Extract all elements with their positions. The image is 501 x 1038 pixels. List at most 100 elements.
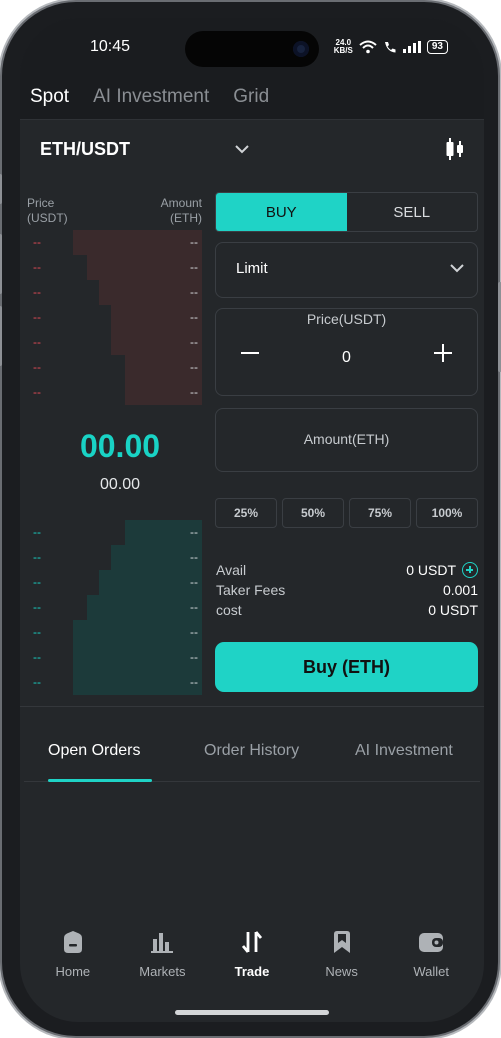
nav-home[interactable]: Home [33,916,113,996]
cost-value: 0 USDT [428,602,478,618]
bid-order-row[interactable]: -- -- [27,545,202,570]
tab-order-history[interactable]: Order History [204,742,299,760]
bid-order-row[interactable]: -- -- [27,620,202,645]
ask-depth-bar [72,230,202,255]
bid-amount: -- [190,675,198,689]
ask-price: -- [33,235,41,249]
home-icon [59,928,87,956]
order-type-select[interactable]: Limit [215,242,478,298]
price-field-label: Price(USDT) [306,311,387,327]
bid-price: -- [33,575,41,589]
ask-order-row[interactable]: -- -- [27,305,202,330]
last-price: 00.00 [79,428,161,464]
bid-price: -- [33,675,41,689]
battery-icon: 93 [426,40,448,54]
volume-up-button [0,234,2,294]
tab-ai-investment-orders[interactable]: AI Investment [355,742,453,760]
ask-amount: -- [190,235,198,249]
ask-depth-bar [86,255,202,280]
ask-order-row[interactable]: -- -- [27,280,202,305]
ask-depth-bar [111,305,202,330]
nav-news-label: News [325,964,358,979]
ask-order-row[interactable]: -- -- [27,255,202,280]
amount-input[interactable]: Amount(ETH) [215,408,478,472]
wallet-icon [417,928,445,956]
percent-75-button[interactable]: 75% [349,498,411,528]
deposit-plus-icon[interactable] [462,562,478,578]
bid-amount: -- [190,650,198,664]
phone-frame: 10:45 24.0 KB/S 93 Spot AI Investment Gr… [0,2,501,1036]
bar-chart-icon [148,928,176,956]
nav-markets[interactable]: Markets [122,916,202,996]
bid-amount: -- [190,625,198,639]
network-speed: 24.0 KB/S [334,39,353,55]
nav-markets-label: Markets [139,964,186,979]
chevron-down-icon [450,264,464,273]
bid-amount: -- [190,525,198,539]
active-tab-indicator [48,779,152,782]
avail-value: 0 USDT [406,562,456,578]
ask-order-row[interactable]: -- -- [27,380,202,405]
buy-tab[interactable]: BUY [216,193,347,231]
avail-value-wrap: 0 USDT [406,562,478,578]
network-speed-unit: KB/S [333,46,353,55]
percentage-buttons: 25% 50% 75% 100% [215,498,478,528]
tab-open-orders[interactable]: Open Orders [48,742,140,760]
order-type-value: Limit [236,260,268,277]
nav-wallet[interactable]: Wallet [391,916,471,996]
tab-grid[interactable]: Grid [233,86,269,108]
candlestick-chart-icon[interactable] [445,137,465,161]
tab-ai-investment[interactable]: AI Investment [93,86,209,108]
percent-50-button[interactable]: 50% [282,498,344,528]
ask-amount: -- [190,385,198,399]
bid-order-row[interactable]: -- -- [27,670,202,695]
nav-wallet-label: Wallet [413,964,449,979]
clock: 10:45 [90,38,131,55]
bid-amount: -- [190,550,198,564]
ask-price: -- [33,335,41,349]
bid-order-row[interactable]: -- -- [27,520,202,545]
trade-mode-tabs: Spot AI Investment Grid [20,74,484,120]
ask-depth-bar [111,330,202,355]
chevron-down-icon[interactable] [234,142,250,156]
percent-100-button[interactable]: 100% [416,498,478,528]
ask-amount: -- [190,285,198,299]
bid-order-row[interactable]: -- -- [27,645,202,670]
pair-selector[interactable]: ETH/USDT [40,139,130,160]
ask-order-row[interactable]: -- -- [27,230,202,255]
volume-down-button [0,306,2,366]
taker-fees-label: Taker Fees [216,582,286,598]
call-icon [384,42,396,53]
plus-icon[interactable] [433,343,453,363]
last-price-sub: 00.00 [99,476,141,493]
ask-order-row[interactable]: -- -- [27,330,202,355]
nav-trade[interactable]: Trade [212,916,292,996]
buy-sell-toggle: BUY SELL [215,192,478,232]
tab-spot[interactable]: Spot [30,86,69,108]
wifi-icon [359,40,377,54]
ask-price: -- [33,360,41,374]
amount-header-label: Amount [160,196,202,210]
price-header: Price (USDT) [27,196,68,226]
dynamic-island [185,31,319,67]
section-divider [20,706,484,707]
status-bar: 10:45 24.0 KB/S 93 [20,18,484,74]
bid-order-row[interactable]: -- -- [27,595,202,620]
bid-order-row[interactable]: -- -- [27,570,202,595]
sell-tab[interactable]: SELL [347,193,478,231]
nav-home-label: Home [55,964,91,979]
bid-depth-bar [72,620,202,645]
nav-news[interactable]: News [302,916,382,996]
order-tabs: Open Orders Order History AI Investment [24,734,480,782]
bid-price: -- [33,600,41,614]
amount-header-unit: (ETH) [170,211,202,225]
ask-amount: -- [190,335,198,349]
price-header-label: Price [27,196,55,210]
bid-depth-bar [72,670,202,695]
ask-price: -- [33,385,41,399]
percent-25-button[interactable]: 25% [215,498,277,528]
trade-arrows-icon [238,928,266,956]
ask-order-row[interactable]: -- -- [27,355,202,380]
buy-eth-button[interactable]: Buy (ETH) [215,642,478,692]
bookmark-icon [328,928,356,956]
